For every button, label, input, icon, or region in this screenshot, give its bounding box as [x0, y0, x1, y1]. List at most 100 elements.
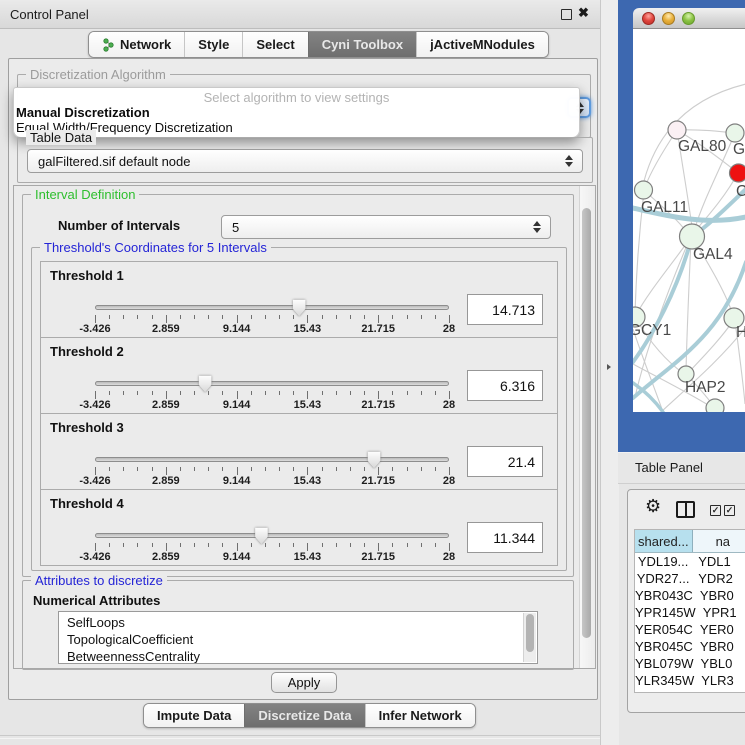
algorithm-dropdown-popup: Select algorithm to view settings Manual…	[13, 87, 580, 138]
tab-discretize-data[interactable]: Discretize Data	[244, 704, 364, 727]
tick-label: 2.859	[152, 551, 180, 563]
algorithm-popup-item-manual[interactable]: Manual Discretization	[16, 105, 150, 120]
tick-label: 2.859	[152, 323, 180, 335]
table-row[interactable]: YPR145WYPR1	[635, 604, 745, 621]
threshold-2-label: Threshold 2	[50, 344, 124, 359]
gear-icon[interactable]: ⚙	[645, 496, 661, 516]
tick-label: 9.144	[223, 551, 251, 563]
cell-name[interactable]: YLR3	[695, 672, 745, 689]
table-panel: ⚙ ✓ ✓ shared... na YDL19...YDL1YDR27...Y…	[627, 489, 745, 713]
zoom-traffic-light-icon[interactable]	[682, 12, 695, 25]
tab-style[interactable]: Style	[184, 32, 242, 57]
threshold-4-slider[interactable]	[95, 533, 449, 538]
panel-splitter[interactable]	[600, 0, 619, 745]
cell-name[interactable]: YDR2	[692, 570, 745, 587]
apply-button[interactable]: Apply	[271, 672, 337, 693]
network-window-titlebar[interactable]	[633, 8, 745, 29]
node-gal11[interactable]	[635, 181, 653, 199]
cell-name[interactable]: YDL1	[692, 553, 745, 570]
table-row[interactable]: YDR27...YDR2	[635, 570, 745, 587]
split-columns-icon[interactable]	[676, 501, 695, 518]
cell-shared-name[interactable]: YDR27...	[635, 570, 692, 587]
cell-shared-name[interactable]: YER054C	[635, 621, 694, 638]
tab-impute-data-label: Impute Data	[157, 708, 231, 723]
cell-shared-name[interactable]: YLR345W	[635, 672, 695, 689]
float-window-icon[interactable]	[561, 9, 572, 20]
splitter-collapse-icon[interactable]	[607, 364, 611, 370]
table-row[interactable]: YBR045CYBR0	[635, 638, 745, 655]
tab-jactivemnodules[interactable]: jActiveMNodules	[416, 32, 548, 57]
node-bottom-partial[interactable]	[706, 399, 724, 412]
scrollbar-thumb[interactable]	[582, 208, 591, 638]
settings-vertical-scrollbar[interactable]	[579, 186, 595, 668]
tab-cyni-toolbox[interactable]: Cyni Toolbox	[308, 32, 416, 57]
list-item[interactable]: SelfLoops	[59, 614, 537, 631]
table-row[interactable]: YBR043CYBR0	[635, 587, 745, 604]
tab-style-label: Style	[198, 37, 229, 52]
cell-shared-name[interactable]: YBR043C	[635, 587, 694, 604]
checkbox-icon[interactable]: ✓	[710, 505, 721, 516]
table-data-combo[interactable]: galFiltered.sif default node	[27, 149, 583, 173]
node-label-gal80: GAL80	[678, 138, 727, 155]
tick-label: -3.426	[79, 475, 110, 487]
cell-name[interactable]: YIL0	[692, 689, 745, 693]
close-traffic-light-icon[interactable]	[642, 12, 655, 25]
algorithm-popup-hint[interactable]: Select algorithm to view settings	[14, 90, 579, 105]
table-row[interactable]: YIL052CYIL0	[635, 689, 745, 693]
minimize-traffic-light-icon[interactable]	[662, 12, 675, 25]
stepper-icon	[533, 221, 541, 233]
threshold-3-value-field[interactable]: 21.4	[467, 446, 543, 477]
network-canvas[interactable]: GAL80 GA GAL11 C GAL4 GCY1 H HAP2	[633, 29, 745, 412]
tab-infer-network[interactable]: Infer Network	[365, 704, 475, 727]
threshold-4-tick-labels: -3.4262.8599.14415.4321.71528	[95, 551, 449, 563]
node-gal80[interactable]	[668, 121, 686, 139]
cell-name[interactable]: YPR1	[697, 604, 745, 621]
threshold-3-label: Threshold 3	[50, 420, 124, 435]
threshold-4-value-field[interactable]: 11.344	[467, 522, 543, 553]
node-partial-top-right[interactable]	[726, 124, 744, 142]
node-label-gal4: GAL4	[693, 246, 733, 263]
table-panel-title: Table Panel	[635, 460, 703, 475]
list-item[interactable]: TopologicalCoefficient	[59, 631, 537, 648]
table-row[interactable]: YLR345WYLR3	[635, 672, 745, 689]
table-panel-titlebar: Table Panel	[618, 452, 745, 484]
tick-label: 28	[443, 323, 455, 335]
tab-select[interactable]: Select	[242, 32, 307, 57]
threshold-3-slider[interactable]	[95, 457, 449, 462]
tick-label: 2.859	[152, 399, 180, 411]
tab-network[interactable]: Network	[89, 32, 184, 57]
network-window-frame: GAL80 GA GAL11 C GAL4 GCY1 H HAP2	[618, 0, 745, 452]
table-row[interactable]: YER054CYER0	[635, 621, 745, 638]
cell-name[interactable]: YBR0	[694, 587, 745, 604]
list-item[interactable]: BetweennessCentrality	[59, 648, 537, 664]
table-row[interactable]: YDL19...YDL1	[635, 553, 745, 570]
threshold-2-value-field[interactable]: 6.316	[467, 370, 543, 401]
cell-shared-name[interactable]: YDL19...	[635, 553, 692, 570]
cell-name[interactable]: YER0	[694, 621, 745, 638]
threshold-2-slider[interactable]	[95, 381, 449, 386]
tab-network-label: Network	[120, 37, 171, 52]
tab-select-label: Select	[256, 37, 294, 52]
cell-shared-name[interactable]: YIL052C	[635, 689, 692, 693]
control-panel-tabs: Network Style Select Cyni Toolbox jActiv…	[88, 31, 549, 58]
node-label-partial-top-right: GA	[733, 141, 745, 158]
number-of-intervals-combo[interactable]: 5	[221, 215, 551, 239]
attributes-list-scrollbar[interactable]	[523, 613, 536, 662]
close-icon[interactable]: ✖	[578, 5, 589, 21]
numerical-attributes-list[interactable]: SelfLoops TopologicalCoefficient Between…	[58, 611, 538, 664]
cell-shared-name[interactable]: YBL079W	[635, 655, 695, 672]
cell-name[interactable]: YBL0	[695, 655, 745, 672]
table-data-combo-value: galFiltered.sif default node	[38, 154, 190, 169]
checkbox-icon[interactable]: ✓	[724, 505, 735, 516]
column-header-shared-name[interactable]: shared...	[635, 530, 693, 552]
threshold-1-slider[interactable]	[95, 305, 449, 310]
cell-shared-name[interactable]: YBR045C	[635, 638, 694, 655]
table-row[interactable]: YBL079WYBL0	[635, 655, 745, 672]
scrollbar-thumb[interactable]	[526, 614, 534, 652]
threshold-1-value-field[interactable]: 14.713	[467, 294, 543, 325]
cell-shared-name[interactable]: YPR145W	[635, 604, 697, 621]
node-selected-red[interactable]	[730, 164, 745, 182]
column-header-name[interactable]: na	[693, 530, 745, 552]
cell-name[interactable]: YBR0	[694, 638, 745, 655]
tab-impute-data[interactable]: Impute Data	[144, 704, 244, 727]
